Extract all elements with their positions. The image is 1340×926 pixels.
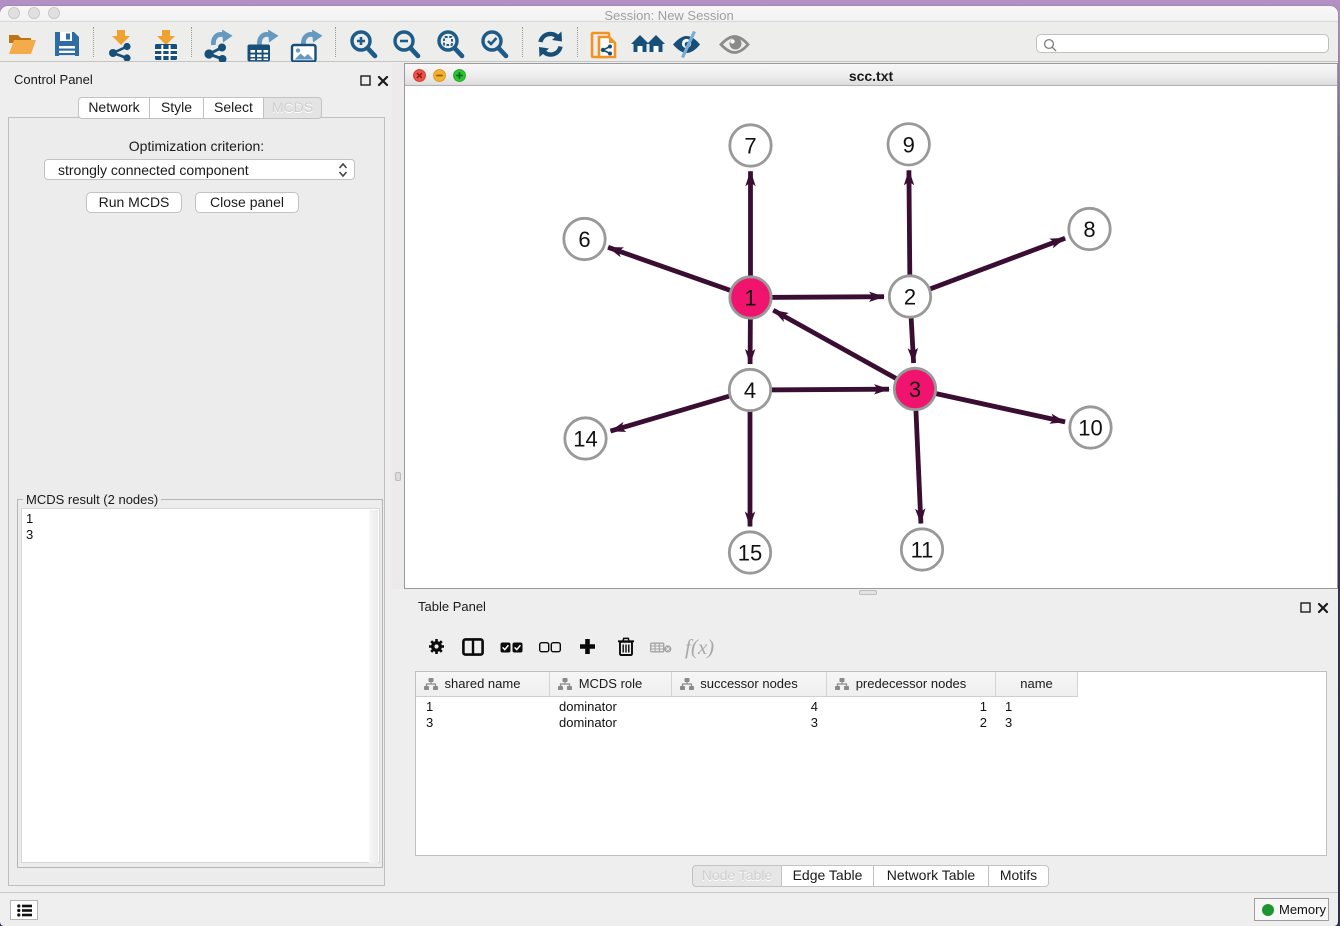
svg-text:6: 6 xyxy=(578,227,590,252)
svg-text:14: 14 xyxy=(573,427,597,452)
svg-text:10: 10 xyxy=(1078,416,1102,441)
svg-text:1: 1 xyxy=(744,286,756,311)
svg-text:3: 3 xyxy=(909,377,921,402)
svg-text:4: 4 xyxy=(744,378,756,403)
svg-text:2: 2 xyxy=(904,285,916,310)
svg-text:15: 15 xyxy=(738,541,762,566)
svg-text:7: 7 xyxy=(744,134,756,159)
svg-text:9: 9 xyxy=(903,132,915,157)
svg-text:8: 8 xyxy=(1083,217,1095,242)
svg-text:11: 11 xyxy=(911,538,934,563)
